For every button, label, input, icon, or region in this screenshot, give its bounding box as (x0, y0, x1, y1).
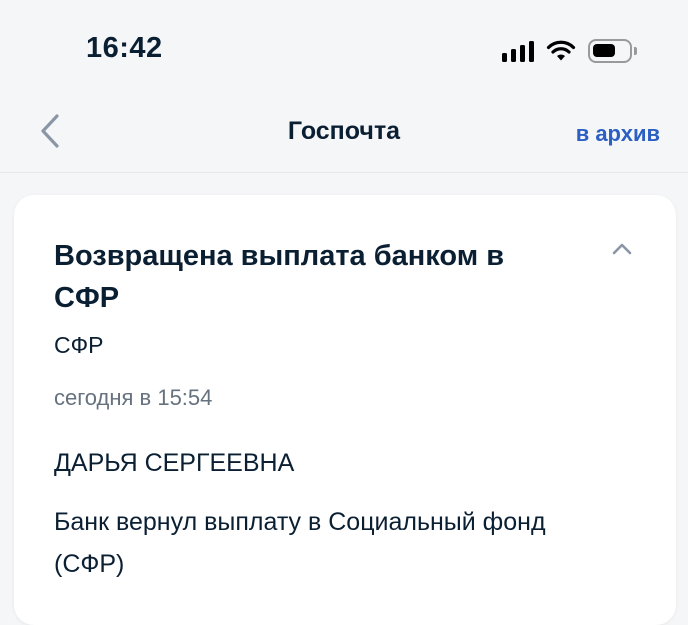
nav-bar: Госпочта в архив (0, 95, 688, 173)
message-recipient: ДАРЬЯ СЕРГЕЕВНА (54, 449, 295, 477)
archive-button[interactable]: в архив (576, 121, 660, 147)
status-time: 16:42 (86, 32, 163, 64)
message-title: Возвращена выплата банком в СФР (54, 240, 505, 314)
status-bar: 16:42 (0, 0, 688, 95)
message-card: Возвращена выплата банком в СФР СФР сего… (14, 195, 676, 625)
collapse-button[interactable] (606, 237, 638, 261)
message-sender: СФР (54, 332, 104, 358)
message-body: Банк вернул выплату в Социальный фонд (С… (54, 508, 546, 578)
battery-icon (588, 39, 637, 63)
message-date: сегодня в 15:54 (54, 385, 213, 410)
status-icons (502, 36, 637, 66)
chevron-up-icon (612, 243, 632, 255)
wifi-icon (546, 40, 576, 61)
signal-icon (502, 40, 534, 62)
